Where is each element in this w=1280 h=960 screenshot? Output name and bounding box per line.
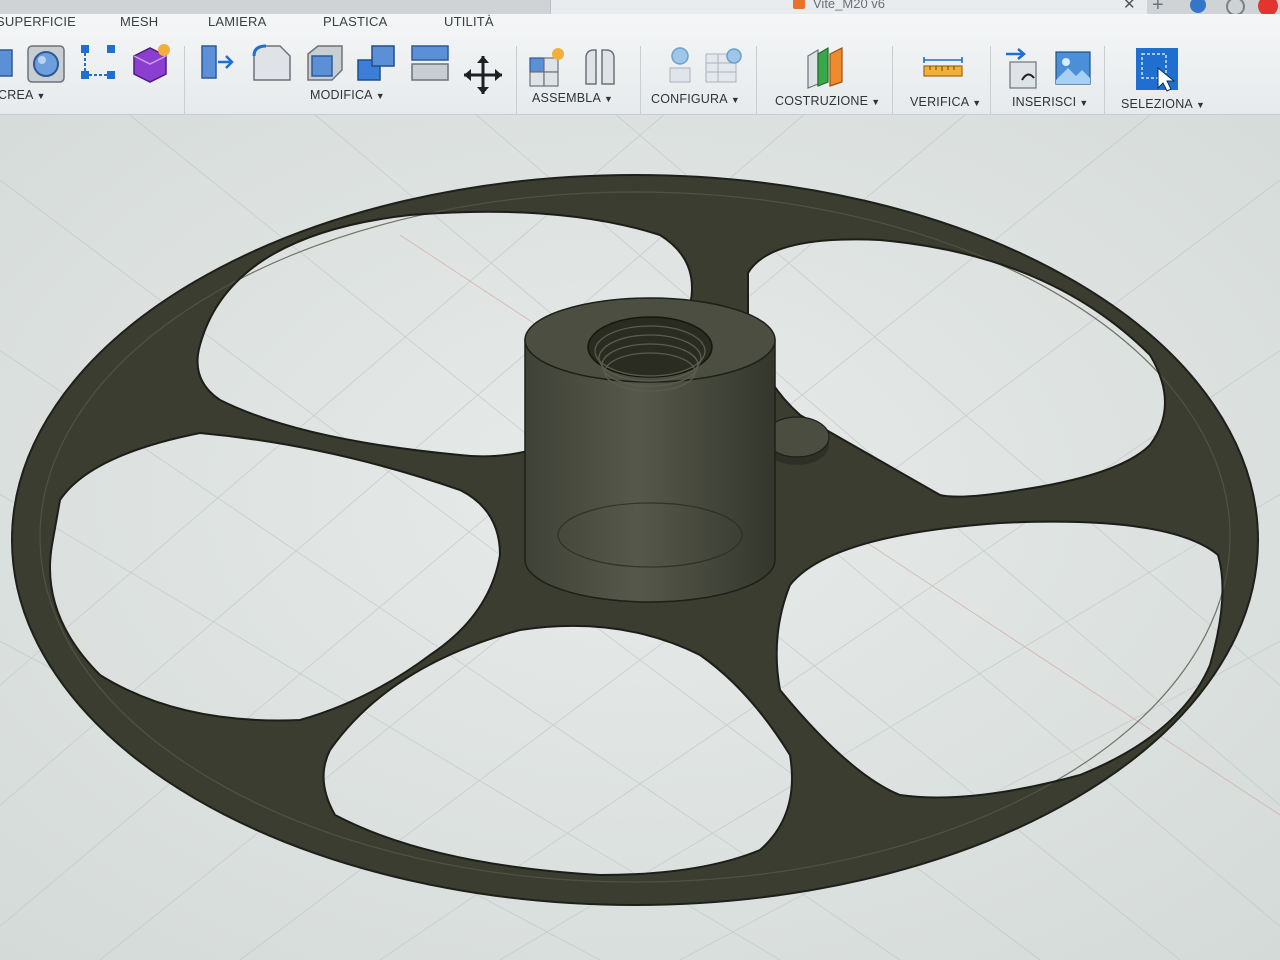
new-component-icon[interactable] bbox=[526, 44, 570, 88]
tab-mesh[interactable]: MESH bbox=[120, 14, 158, 29]
wheel-model[interactable] bbox=[11, 174, 1259, 912]
chevron-down-icon: ▼ bbox=[1195, 100, 1206, 110]
seleziona-label: SELEZIONA bbox=[1121, 97, 1193, 111]
chevron-down-icon: ▼ bbox=[871, 97, 881, 107]
press-pull-icon[interactable] bbox=[196, 40, 240, 84]
crea-menu[interactable]: CREA ▼ bbox=[0, 88, 46, 102]
group-separator bbox=[990, 46, 991, 116]
title-bar: Vite_M20 v6 ✕ + bbox=[0, 0, 1280, 16]
costruzione-menu[interactable]: COSTRUZIONE ▼ bbox=[775, 94, 880, 108]
combine-icon[interactable] bbox=[354, 40, 400, 86]
document-title: Vite_M20 v6 bbox=[813, 0, 886, 11]
insert-image-icon[interactable] bbox=[1054, 48, 1094, 88]
chevron-down-icon: ▼ bbox=[972, 98, 982, 108]
tab-plastica[interactable]: PLASTICA bbox=[323, 14, 387, 29]
inserisci-menu[interactable]: INSERISCI ▼ bbox=[1012, 95, 1088, 109]
sphere-icon[interactable] bbox=[24, 42, 68, 86]
sync-icon[interactable] bbox=[1190, 0, 1206, 13]
group-separator bbox=[516, 46, 517, 116]
chevron-down-icon: ▼ bbox=[604, 94, 614, 104]
group-separator bbox=[640, 46, 641, 116]
chevron-down-icon: ▼ bbox=[1079, 98, 1089, 108]
fillet-icon[interactable] bbox=[250, 40, 294, 84]
verifica-label: VERIFICA bbox=[910, 95, 970, 109]
close-icon[interactable]: ✕ bbox=[1123, 0, 1136, 13]
configura-label: CONFIGURA bbox=[651, 92, 728, 106]
group-separator bbox=[756, 46, 757, 116]
inserisci-label: INSERISCI bbox=[1012, 95, 1077, 109]
parameters-icon[interactable] bbox=[664, 44, 698, 88]
assembla-menu[interactable]: ASSEMBLA ▼ bbox=[532, 91, 613, 105]
form-icon[interactable] bbox=[128, 40, 174, 86]
configura-menu[interactable]: CONFIGURA ▼ bbox=[651, 92, 740, 106]
measure-icon[interactable] bbox=[922, 56, 966, 82]
select-icon[interactable] bbox=[1134, 46, 1182, 94]
group-separator bbox=[892, 46, 893, 116]
offset-plane-icon[interactable] bbox=[804, 44, 848, 90]
crea-label: CREA bbox=[0, 88, 34, 102]
tab-superficie[interactable]: SUPERFICIE bbox=[0, 14, 76, 29]
modifica-label: MODIFICA bbox=[310, 88, 373, 102]
assembla-label: ASSEMBLA bbox=[532, 91, 601, 105]
group-separator bbox=[184, 46, 185, 116]
toolbar: SUPERFICIE MESH LAMIERA PLASTICA UTILITÀ… bbox=[0, 14, 1280, 116]
joint-icon[interactable] bbox=[580, 44, 620, 88]
document-icon bbox=[793, 0, 805, 9]
tab-utilita[interactable]: UTILITÀ bbox=[444, 14, 494, 29]
group-separator bbox=[1104, 46, 1105, 116]
sketch-pattern-icon[interactable] bbox=[78, 42, 118, 82]
canvas-viewport[interactable] bbox=[0, 115, 1280, 960]
tab-lamiera[interactable]: LAMIERA bbox=[208, 14, 266, 29]
modifica-menu[interactable]: MODIFICA ▼ bbox=[310, 88, 385, 102]
chevron-down-icon: ▼ bbox=[36, 91, 46, 101]
box-icon[interactable] bbox=[0, 42, 18, 84]
move-icon[interactable] bbox=[462, 54, 504, 96]
insert-derive-icon[interactable] bbox=[1004, 48, 1044, 92]
replace-face-icon[interactable] bbox=[408, 40, 454, 86]
configure-table-icon[interactable] bbox=[702, 44, 746, 88]
chevron-down-icon: ▼ bbox=[375, 91, 385, 101]
shell-icon[interactable] bbox=[302, 40, 346, 84]
document-tab[interactable]: Vite_M20 v6 ✕ bbox=[550, 0, 1147, 14]
verifica-menu[interactable]: VERIFICA ▼ bbox=[910, 95, 981, 109]
costruzione-label: COSTRUZIONE bbox=[775, 94, 869, 108]
chevron-down-icon: ▼ bbox=[730, 95, 740, 105]
seleziona-menu[interactable]: SELEZIONA ▼ bbox=[1121, 97, 1205, 111]
